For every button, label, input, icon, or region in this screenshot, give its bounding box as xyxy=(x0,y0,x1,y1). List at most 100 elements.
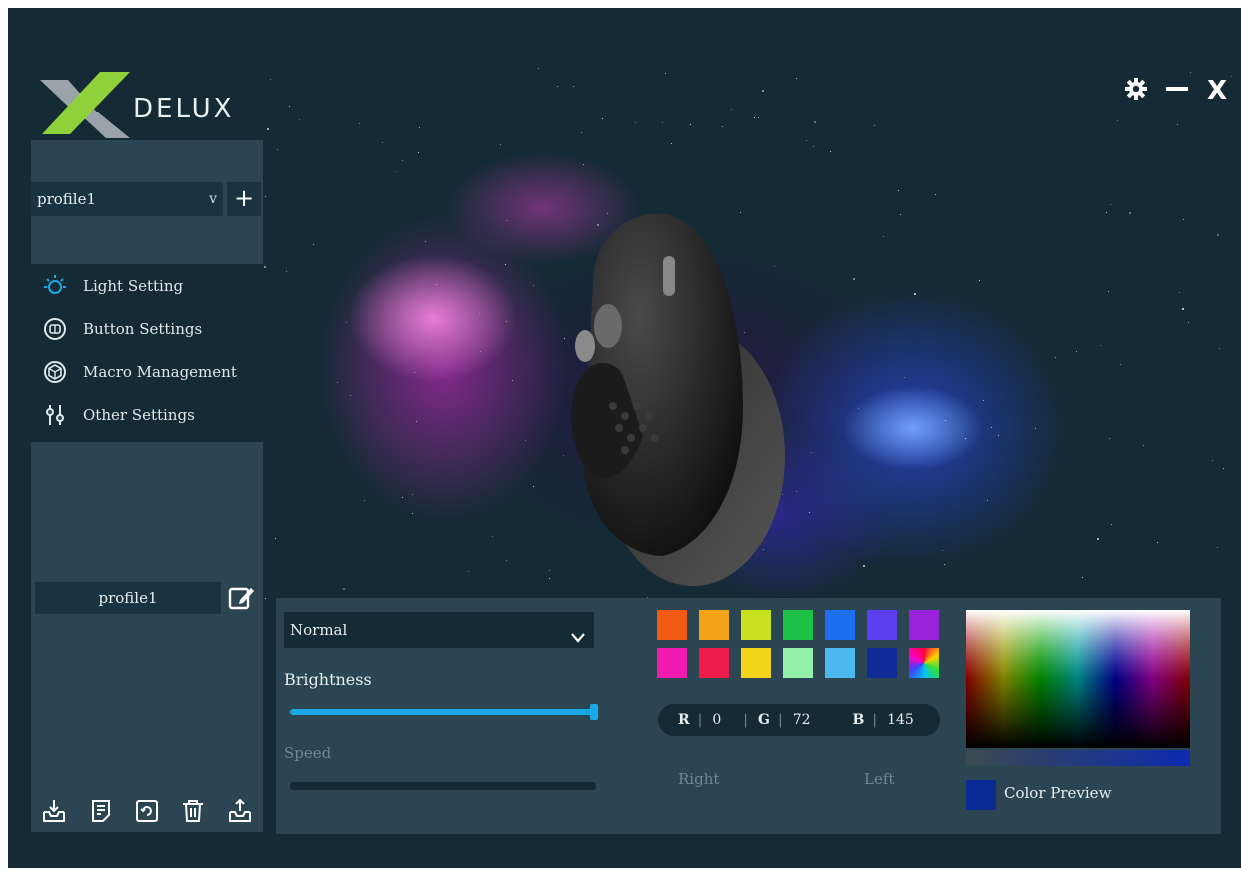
import-icon[interactable] xyxy=(41,798,67,824)
window-controls: X xyxy=(1124,76,1227,106)
color-swatch[interactable] xyxy=(657,610,687,640)
notes-icon[interactable] xyxy=(88,798,114,824)
star xyxy=(811,452,812,453)
star xyxy=(270,79,271,80)
star xyxy=(883,236,884,237)
color-swatch[interactable] xyxy=(741,648,771,678)
color-preview-label: Color Preview xyxy=(1004,784,1112,802)
r-value[interactable]: 0 xyxy=(712,712,721,728)
star xyxy=(944,564,945,565)
star xyxy=(468,571,469,572)
star xyxy=(313,244,314,245)
star xyxy=(419,127,420,128)
profile-name-field[interactable]: profile1 xyxy=(35,582,221,614)
brightness-slider-thumb[interactable] xyxy=(590,704,598,720)
speed-slider[interactable] xyxy=(290,782,596,790)
star xyxy=(277,149,278,150)
multicolor-swatch[interactable] xyxy=(909,648,939,678)
color-swatch[interactable] xyxy=(783,648,813,678)
sidebar-item-button-settings[interactable]: Button Settings xyxy=(31,307,263,350)
star xyxy=(1231,76,1232,77)
sidebar-item-light-setting[interactable]: Light Setting xyxy=(31,264,263,307)
color-swatch[interactable] xyxy=(741,610,771,640)
star xyxy=(549,570,550,571)
left-zone-label[interactable]: Left xyxy=(864,770,894,788)
star xyxy=(418,152,419,153)
star xyxy=(583,164,584,165)
separator: | xyxy=(777,712,783,728)
star xyxy=(991,427,992,428)
color-swatch[interactable] xyxy=(783,610,813,640)
b-label: B xyxy=(852,712,865,728)
star xyxy=(731,109,732,110)
star xyxy=(1223,468,1224,469)
sidebar-item-label: Macro Management xyxy=(83,362,237,381)
star xyxy=(506,560,507,561)
star xyxy=(436,284,437,285)
star xyxy=(395,171,396,172)
color-swatch[interactable] xyxy=(867,648,897,678)
star xyxy=(1182,308,1184,310)
color-slider[interactable] xyxy=(966,750,1190,766)
star xyxy=(602,118,603,119)
color-picker[interactable] xyxy=(966,610,1190,748)
color-swatch[interactable] xyxy=(867,610,897,640)
star xyxy=(492,536,493,537)
star xyxy=(942,550,943,551)
star xyxy=(1217,234,1219,236)
star xyxy=(1177,124,1178,125)
chevron-down-icon: v xyxy=(209,191,217,207)
minimize-icon[interactable] xyxy=(1165,78,1189,104)
color-swatch[interactable] xyxy=(825,610,855,640)
refresh-icon[interactable] xyxy=(134,798,160,824)
right-zone-label[interactable]: Right xyxy=(678,770,719,788)
light-settings-panel: Normal Brightness Speed R | 0 | G | 72 B… xyxy=(276,598,1221,834)
mode-dropdown[interactable]: Normal xyxy=(284,612,594,648)
star xyxy=(1106,212,1107,213)
brightness-slider[interactable] xyxy=(290,704,598,720)
gear-icon[interactable] xyxy=(1124,78,1147,104)
delux-logo-mark-icon xyxy=(40,72,130,138)
color-swatch[interactable] xyxy=(657,648,687,678)
sidebar-item-other-settings[interactable]: Other Settings xyxy=(31,393,263,436)
star xyxy=(1035,428,1036,429)
star xyxy=(898,190,899,191)
star xyxy=(364,500,365,501)
star xyxy=(346,322,347,323)
edit-icon[interactable] xyxy=(227,584,255,612)
macro-icon xyxy=(41,360,69,384)
b-value[interactable]: 145 xyxy=(887,712,914,728)
star xyxy=(809,512,810,513)
color-swatch[interactable] xyxy=(825,648,855,678)
rgb-input[interactable]: R | 0 | G | 72 B | 145 xyxy=(658,704,940,736)
star xyxy=(1143,445,1144,446)
star xyxy=(480,351,481,352)
profile-dropdown[interactable]: profile1 v xyxy=(31,182,223,216)
star xyxy=(1111,524,1112,525)
color-swatch[interactable] xyxy=(699,648,729,678)
star xyxy=(796,78,797,79)
g-value[interactable]: 72 xyxy=(793,712,811,728)
star xyxy=(635,122,636,123)
star xyxy=(275,538,276,539)
star xyxy=(1100,345,1101,346)
star xyxy=(1212,460,1213,461)
star xyxy=(1110,204,1111,205)
close-icon[interactable]: X xyxy=(1207,76,1227,106)
star xyxy=(983,400,984,401)
star xyxy=(412,494,413,495)
star xyxy=(573,86,574,87)
export-icon[interactable] xyxy=(227,798,253,824)
bottom-toolbar xyxy=(31,798,263,824)
delete-icon[interactable] xyxy=(180,798,206,824)
sidebar-item-label: Other Settings xyxy=(83,405,195,424)
sidebar-item-label: Button Settings xyxy=(83,319,203,338)
mode-dropdown-value: Normal xyxy=(290,621,348,639)
sidebar-item-macro-management[interactable]: Macro Management xyxy=(31,350,263,393)
color-swatch[interactable] xyxy=(699,610,729,640)
star xyxy=(265,598,266,599)
color-swatch[interactable] xyxy=(909,610,939,640)
star xyxy=(806,140,807,141)
star xyxy=(286,271,287,272)
add-profile-button[interactable]: + xyxy=(227,182,261,216)
